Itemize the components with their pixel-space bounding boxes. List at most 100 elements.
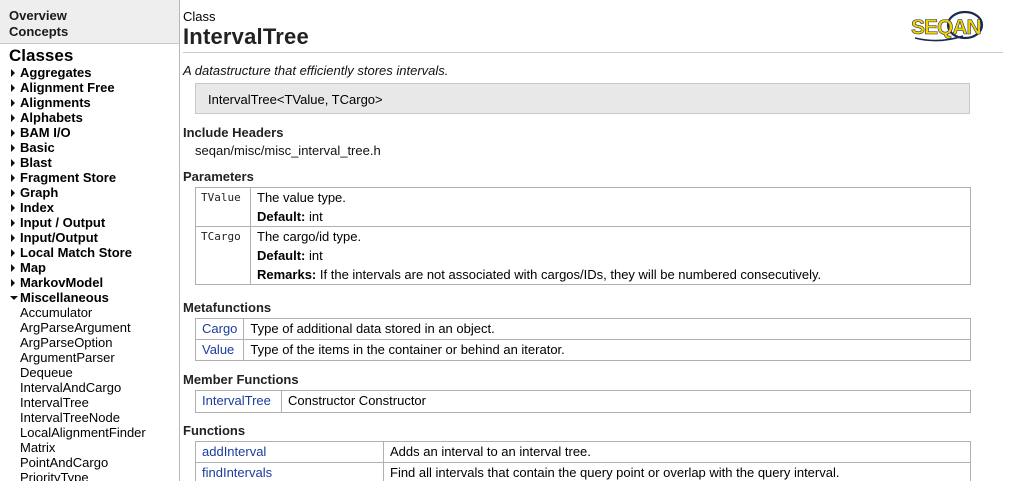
sidebar-item-map[interactable]: Map xyxy=(0,260,179,275)
chevron-right-icon xyxy=(11,159,15,167)
sidebar-item-miscellaneous[interactable]: Miscellaneous xyxy=(0,290,179,305)
chevron-right-icon xyxy=(11,189,15,197)
sidebar-subitem-argumentparser[interactable]: ArgumentParser xyxy=(0,350,179,365)
chevron-right-icon xyxy=(11,279,15,287)
sidebar-item-index[interactable]: Index xyxy=(0,200,179,215)
table-row: TCargo The cargo/id type. Default: int R… xyxy=(195,226,971,285)
sidebar-subitem-dequeue[interactable]: Dequeue xyxy=(0,365,179,380)
sidebar: Overview Concepts Classes Aggregates Ali… xyxy=(0,0,180,481)
main-content: Class IntervalTree SEQAN A datastructure… xyxy=(181,0,1009,481)
sidebar-item-label: Index xyxy=(20,200,54,215)
sidebar-subitem-matrix[interactable]: Matrix xyxy=(0,440,179,455)
sidebar-item-blast[interactable]: Blast xyxy=(0,155,179,170)
chevron-right-icon xyxy=(11,84,15,92)
sidebar-item-local-match-store[interactable]: Local Match Store xyxy=(0,245,179,260)
metafunction-name-cell: Cargo xyxy=(194,318,245,340)
include-header-path: seqan/misc/misc_interval_tree.h xyxy=(195,143,381,158)
class-signature: IntervalTree<TValue, TCargo> xyxy=(195,83,970,114)
chevron-right-icon xyxy=(11,129,15,137)
nav-overview-link[interactable]: Overview xyxy=(9,8,179,24)
sidebar-item-label: Input/Output xyxy=(20,230,98,245)
sidebar-item-alignment-free[interactable]: Alignment Free xyxy=(0,80,179,95)
default-label: Default: xyxy=(257,248,306,263)
sidebar-subitem-prioritytype[interactable]: PriorityType xyxy=(0,470,179,481)
sidebar-item-alphabets[interactable]: Alphabets xyxy=(0,110,179,125)
sidebar-subitem-localalignmentfinder[interactable]: LocalAlignmentFinder xyxy=(0,425,179,440)
sidebar-item-label: Input / Output xyxy=(20,215,106,230)
remarks-text: If the intervals are not associated with… xyxy=(319,267,822,282)
sidebar-item-label: Blast xyxy=(20,155,52,170)
member-function-link-intervaltree[interactable]: IntervalTree xyxy=(202,393,271,408)
sidebar-item-label: Basic xyxy=(20,140,55,155)
function-description: Find all intervals that contain the quer… xyxy=(383,462,971,481)
table-row: addInterval Adds an interval to an inter… xyxy=(195,441,971,463)
sidebar-item-fragment-store[interactable]: Fragment Store xyxy=(0,170,179,185)
sidebar-category-list: Aggregates Alignment Free Alignments Alp… xyxy=(0,65,179,481)
param-desc-text: The cargo/id type. xyxy=(257,229,362,244)
param-name: TCargo xyxy=(195,226,251,285)
sidebar-item-label: Aggregates xyxy=(20,65,92,80)
metafunction-link-value[interactable]: Value xyxy=(202,342,234,357)
param-description: The value type. Default: int xyxy=(250,187,971,227)
sidebar-subitem-argparseargument[interactable]: ArgParseArgument xyxy=(0,320,179,335)
default-value: int xyxy=(309,248,323,263)
chevron-right-icon xyxy=(11,204,15,212)
param-desc-text: The value type. xyxy=(257,190,346,205)
table-row: Cargo Type of additional data stored in … xyxy=(194,318,971,340)
param-default-line: Default: int xyxy=(257,246,964,265)
sidebar-subitem-accumulator[interactable]: Accumulator xyxy=(0,305,179,320)
sidebar-subitem-intervaltree[interactable]: IntervalTree xyxy=(0,395,179,410)
sidebar-subitem-pointandcargo[interactable]: PointAndCargo xyxy=(0,455,179,470)
metafunction-description: Type of additional data stored in an obj… xyxy=(243,318,971,340)
member-function-name-cell: IntervalTree xyxy=(195,390,282,413)
sidebar-item-label: BAM I/O xyxy=(20,125,71,140)
seqan-logo: SEQAN xyxy=(911,10,984,42)
sidebar-top-nav: Overview Concepts xyxy=(0,0,179,44)
nav-concepts-link[interactable]: Concepts xyxy=(9,24,179,40)
chevron-right-icon xyxy=(11,264,15,272)
sidebar-subitem-intervalandcargo[interactable]: IntervalAndCargo xyxy=(0,380,179,395)
chevron-right-icon xyxy=(11,69,15,77)
default-label: Default: xyxy=(257,209,306,224)
sidebar-item-input-output[interactable]: Input/Output xyxy=(0,230,179,245)
sidebar-item-bam-io[interactable]: BAM I/O xyxy=(0,125,179,140)
parameters-heading: Parameters xyxy=(183,169,254,184)
function-link-addinterval[interactable]: addInterval xyxy=(202,444,266,459)
metafunctions-heading: Metafunctions xyxy=(183,300,272,315)
class-description: A datastructure that efficiently stores … xyxy=(183,63,449,78)
chevron-right-icon xyxy=(11,114,15,122)
chevron-right-icon xyxy=(11,234,15,242)
metafunction-link-cargo[interactable]: Cargo xyxy=(202,321,237,336)
sidebar-item-label: Graph xyxy=(20,185,59,200)
sidebar-item-label: Fragment Store xyxy=(20,170,117,185)
member-function-description: Constructor Constructor xyxy=(281,390,971,413)
sidebar-item-aggregates[interactable]: Aggregates xyxy=(0,65,179,80)
parameters-table: TValue The value type. Default: int TCar… xyxy=(195,187,971,285)
table-row: Value Type of the items in the container… xyxy=(194,339,971,361)
sidebar-item-label: Miscellaneous xyxy=(20,290,109,305)
sidebar-item-graph[interactable]: Graph xyxy=(0,185,179,200)
sidebar-subitem-argparseoption[interactable]: ArgParseOption xyxy=(0,335,179,350)
function-link-findintervals[interactable]: findIntervals xyxy=(202,465,272,480)
metafunction-description: Type of the items in the container or be… xyxy=(243,339,971,361)
sidebar-item-label: Alignment Free xyxy=(20,80,115,95)
sidebar-section-title: Classes xyxy=(9,46,74,65)
functions-table: addInterval Adds an interval to an inter… xyxy=(195,441,971,481)
include-headers-heading: Include Headers xyxy=(183,125,284,140)
chevron-right-icon xyxy=(11,144,15,152)
table-row: TValue The value type. Default: int xyxy=(195,187,971,227)
table-row: IntervalTree Constructor Constructor xyxy=(195,390,971,413)
functions-heading: Functions xyxy=(183,423,246,438)
remarks-label: Remarks: xyxy=(257,267,317,282)
param-name: TValue xyxy=(195,187,251,227)
sidebar-item-markovmodel[interactable]: MarkovModel xyxy=(0,275,179,290)
page-kind-label: Class xyxy=(183,9,216,24)
sidebar-item-basic[interactable]: Basic xyxy=(0,140,179,155)
sidebar-item-alignments[interactable]: Alignments xyxy=(0,95,179,110)
sidebar-item-input-output-spaced[interactable]: Input / Output xyxy=(0,215,179,230)
sidebar-subitem-intervaltreenode[interactable]: IntervalTreeNode xyxy=(0,410,179,425)
page-title: IntervalTree xyxy=(183,24,309,49)
sidebar-item-label: Alignments xyxy=(20,95,91,110)
table-row: findIntervals Find all intervals that co… xyxy=(195,462,971,481)
chevron-right-icon xyxy=(11,174,15,182)
